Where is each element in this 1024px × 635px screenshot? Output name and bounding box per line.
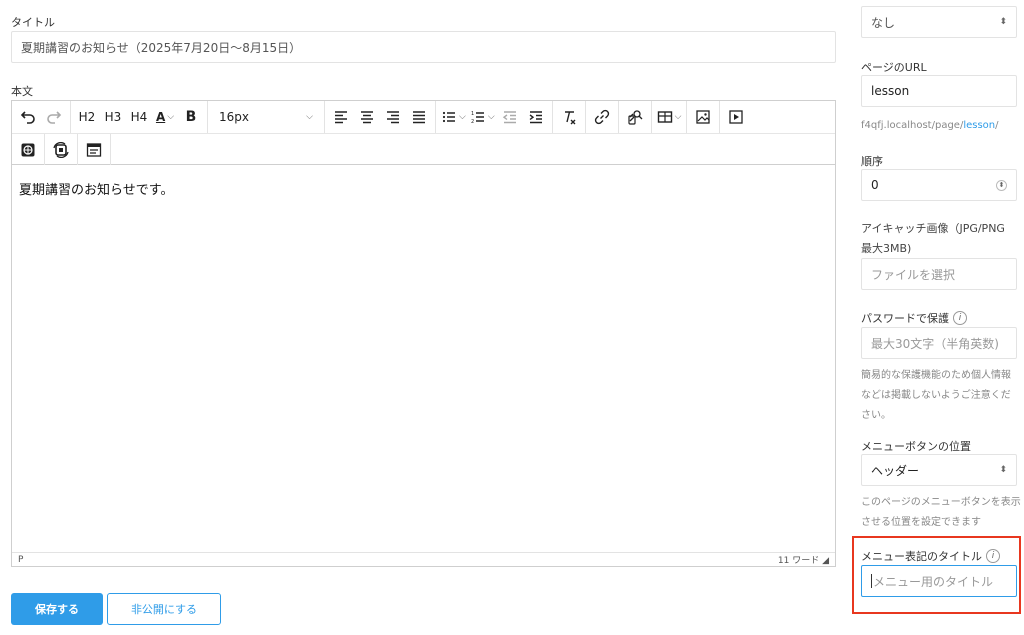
numbered-list-icon[interactable]: 1 2 ⌵ bbox=[468, 104, 497, 130]
font-size-value: 16px bbox=[219, 110, 249, 124]
info-icon[interactable]: i bbox=[953, 311, 967, 325]
password-label-row: パスワードで保護 i bbox=[861, 310, 967, 326]
editor-statusbar: P 11 ワード ◢ bbox=[12, 552, 835, 566]
title-value: 夏期講習のお知らせ（2025年7月20日〜8月15日） bbox=[21, 40, 302, 55]
menu-position-label: メニューボタンの位置 bbox=[861, 440, 971, 453]
unpublish-button[interactable]: 非公開にする bbox=[107, 593, 221, 625]
h3-button[interactable]: H3 bbox=[100, 104, 126, 130]
search-link-icon[interactable] bbox=[622, 104, 648, 130]
menu-title-label: メニュー表記のタイトル bbox=[861, 550, 982, 563]
order-input[interactable]: 0 ⬍ bbox=[861, 169, 1017, 201]
url-value: lesson bbox=[871, 84, 910, 98]
menu-position-value: ヘッダー bbox=[871, 463, 920, 478]
menu-title-input[interactable]: メニュー用のタイトル bbox=[861, 565, 1017, 597]
svg-text:1: 1 bbox=[471, 111, 474, 117]
indent-icon[interactable] bbox=[523, 104, 549, 130]
resize-handle-icon[interactable]: ◢ bbox=[822, 556, 829, 566]
outdent-icon[interactable] bbox=[497, 104, 523, 130]
menu-title-placeholder: メニュー用のタイトル bbox=[873, 574, 994, 589]
h2-button[interactable]: H2 bbox=[74, 104, 100, 130]
eyecatch-file-input[interactable]: ファイルを選択 bbox=[861, 258, 1017, 290]
chevron-down-icon: ⌵ bbox=[167, 112, 175, 122]
url-label: ページのURL bbox=[861, 61, 927, 74]
password-input[interactable]: 最大30文字（半角英数) bbox=[861, 327, 1017, 359]
bold-button[interactable]: B bbox=[178, 104, 204, 130]
url-slug-link[interactable]: lesson bbox=[963, 120, 995, 131]
text-cursor bbox=[871, 574, 872, 588]
editor-toolbar: H2 H3 H4 A ⌵ B 16px ⌵ ⌵ 1 2 ⌵ ⌵ bbox=[12, 101, 835, 165]
bullet-list-icon[interactable]: ⌵ bbox=[439, 104, 468, 130]
title-label: タイトル bbox=[11, 16, 55, 29]
font-color-button[interactable]: A ⌵ bbox=[152, 104, 178, 130]
editor-paragraph: 夏期講習のお知らせです。 bbox=[19, 183, 174, 198]
order-label: 順序 bbox=[861, 155, 883, 168]
editor-content[interactable]: 夏期講習のお知らせです。 bbox=[12, 165, 835, 212]
align-justify-icon[interactable] bbox=[406, 104, 432, 130]
password-hint: 簡易的な保護機能のため個人情報などは掲載しないようご注意ください。 bbox=[861, 370, 1011, 421]
chevron-down-icon: ⌵ bbox=[459, 112, 466, 122]
image-icon[interactable] bbox=[690, 104, 716, 130]
video-icon[interactable] bbox=[723, 104, 749, 130]
menu-position-hint: このページのメニューボタンを表示させる位置を設定できます bbox=[861, 497, 1021, 528]
title-input[interactable]: 夏期講習のお知らせ（2025年7月20日〜8月15日） bbox=[11, 31, 836, 63]
embed-refresh-icon[interactable] bbox=[48, 137, 74, 163]
menu-position-select[interactable]: ヘッダー ⬍ bbox=[861, 454, 1017, 486]
embed-map-icon[interactable] bbox=[15, 137, 41, 163]
font-size-select[interactable]: 16px ⌵ bbox=[211, 104, 321, 130]
h4-button[interactable]: H4 bbox=[126, 104, 152, 130]
order-value: 0 bbox=[871, 178, 879, 192]
undo-icon[interactable] bbox=[15, 104, 41, 130]
body-label: 本文 bbox=[11, 85, 33, 98]
stepper-icon[interactable]: ⬍ bbox=[996, 179, 1007, 191]
align-center-icon[interactable] bbox=[354, 104, 380, 130]
table-icon[interactable]: ⌵ bbox=[655, 104, 684, 130]
info-icon[interactable]: i bbox=[986, 549, 1000, 563]
url-suffix: / bbox=[995, 120, 999, 131]
url-prefix: f4qfj.localhost/page/ bbox=[861, 120, 964, 131]
word-count: 11 ワード bbox=[777, 556, 820, 566]
element-path[interactable]: P bbox=[18, 555, 23, 565]
svg-text:2: 2 bbox=[471, 119, 474, 125]
chevron-down-icon: ⌵ bbox=[487, 112, 495, 122]
url-input[interactable]: lesson bbox=[861, 75, 1017, 107]
align-left-icon[interactable] bbox=[328, 104, 354, 130]
eyecatch-label: アイキャッチ画像（JPG/PNG 最大3MB) bbox=[861, 222, 1005, 255]
password-placeholder: 最大30文字（半角英数) bbox=[871, 336, 999, 351]
url-preview: f4qfj.localhost/page/lesson/ bbox=[861, 116, 1021, 136]
parent-page-select[interactable]: なし ⬍ bbox=[861, 6, 1017, 38]
font-color-icon: A bbox=[155, 110, 166, 124]
chevron-down-icon: ⌵ bbox=[306, 112, 313, 122]
chevron-down-icon: ⌵ bbox=[674, 112, 682, 122]
save-button[interactable]: 保存する bbox=[11, 593, 103, 625]
select-arrows-icon: ⬍ bbox=[999, 465, 1007, 475]
menu-title-label-row: メニュー表記のタイトル i bbox=[861, 548, 1000, 564]
rich-text-editor: H2 H3 H4 A ⌵ B 16px ⌵ ⌵ 1 2 ⌵ ⌵ 夏期講習のお知ら… bbox=[11, 100, 836, 567]
clear-format-icon[interactable] bbox=[556, 104, 582, 130]
eyecatch-placeholder: ファイルを選択 bbox=[871, 267, 956, 282]
parent-page-value: なし bbox=[871, 15, 896, 30]
select-arrows-icon: ⬍ bbox=[999, 17, 1007, 27]
redo-icon[interactable] bbox=[41, 104, 67, 130]
password-label: パスワードで保護 bbox=[861, 312, 949, 325]
template-block-icon[interactable] bbox=[81, 137, 107, 163]
link-icon[interactable] bbox=[589, 104, 615, 130]
align-right-icon[interactable] bbox=[380, 104, 406, 130]
